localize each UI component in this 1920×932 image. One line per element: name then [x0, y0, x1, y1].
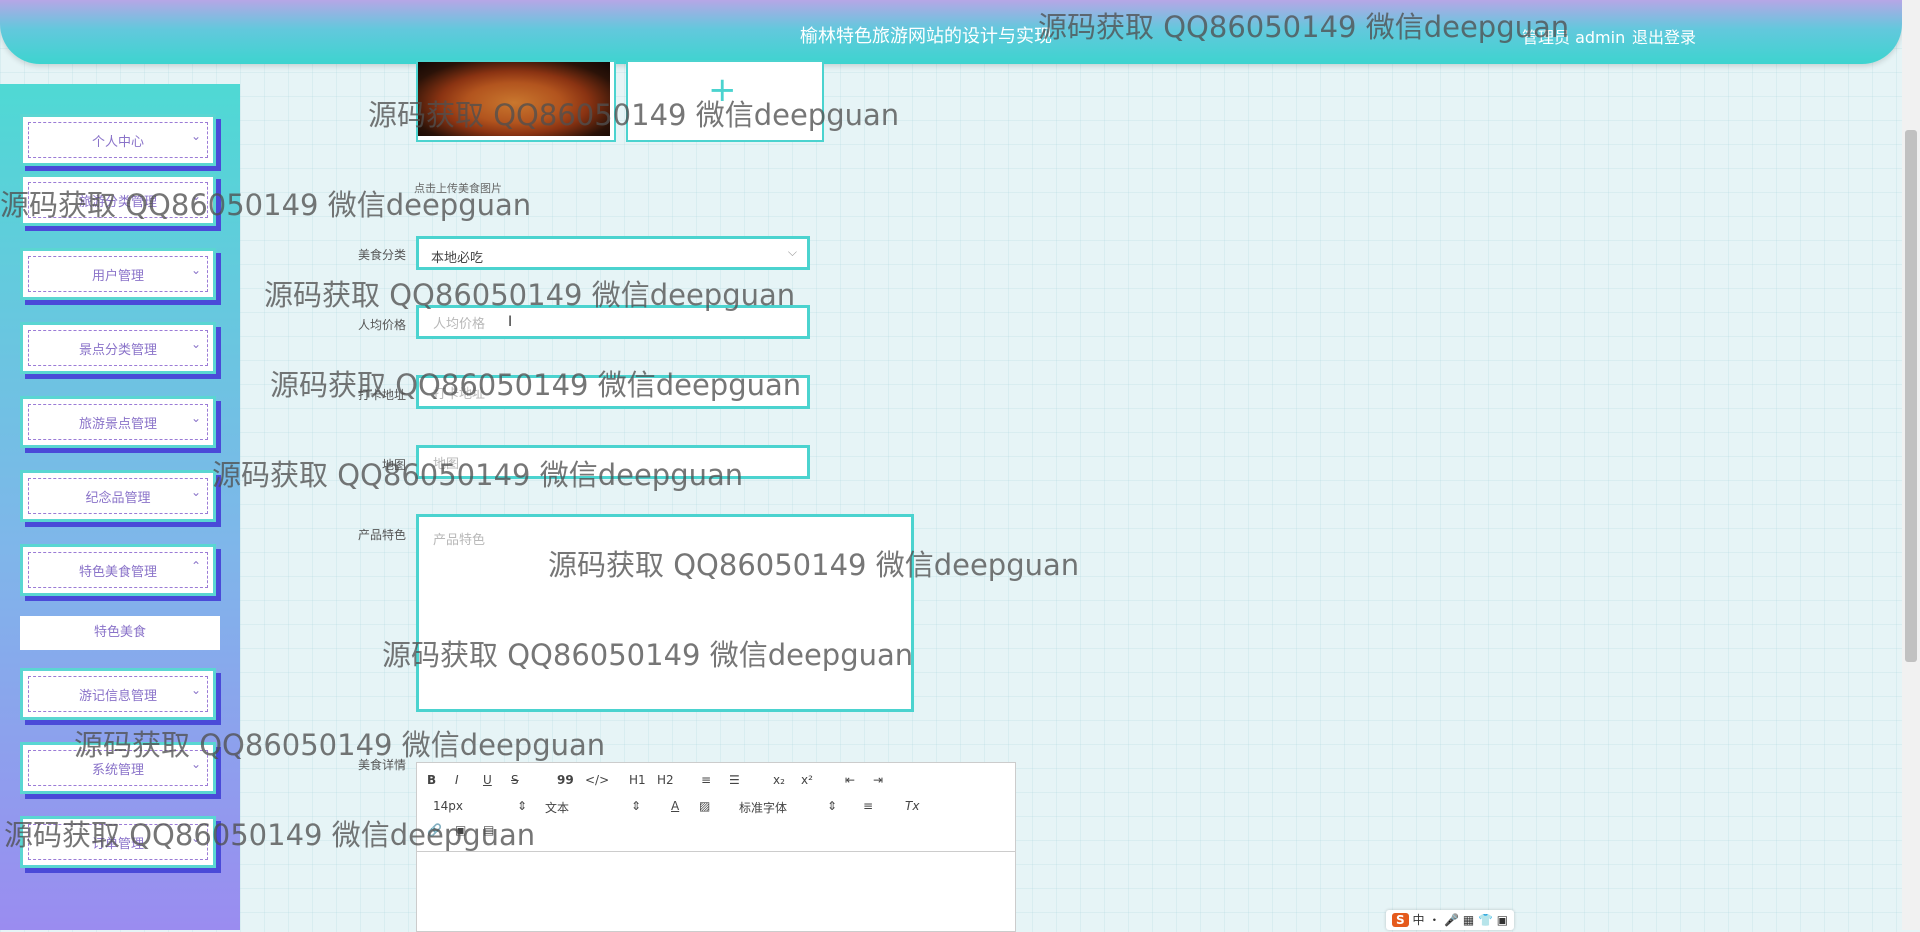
- sidebar-item-souvenir[interactable]: 纪念品管理 ⌄: [20, 470, 216, 522]
- map-field-box: [416, 445, 810, 479]
- superscript-icon[interactable]: x²: [801, 773, 813, 787]
- sidebar-item-label: 特色美食管理: [78, 565, 157, 580]
- price-input[interactable]: [431, 314, 795, 334]
- chevron-down-icon: ⌄: [190, 189, 201, 203]
- chevron-down-icon: ⌄: [190, 683, 201, 697]
- background-color-icon[interactable]: ▨: [699, 799, 710, 813]
- feature-field-box: [416, 514, 914, 712]
- map-label: 地图: [381, 458, 406, 472]
- address-label: 打卡地址: [357, 388, 406, 402]
- indent-icon[interactable]: ⇥: [873, 773, 883, 787]
- food-image: [418, 62, 610, 136]
- chevron-down-icon: ⌄: [190, 831, 201, 845]
- italic-icon[interactable]: I: [455, 773, 459, 787]
- category-value: 本地必吃: [431, 251, 484, 266]
- sogou-logo-icon: S: [1392, 913, 1409, 927]
- ime-toolbar[interactable]: S 中 ・ 🎤 ▦ 👕 ▣: [1386, 910, 1515, 930]
- feature-textarea[interactable]: [431, 527, 905, 701]
- address-field-box: [416, 375, 810, 409]
- page-scrollbar[interactable]: [1902, 0, 1920, 930]
- chevron-up-icon: ⌃: [190, 559, 201, 573]
- sidebar-item-system[interactable]: 系统管理 ⌄: [20, 742, 216, 794]
- subscript-icon[interactable]: x₂: [773, 773, 785, 787]
- sidebar-item-label: 景点分类管理: [78, 343, 157, 358]
- quote-icon[interactable]: 99: [557, 773, 574, 787]
- font-color-icon[interactable]: A: [671, 799, 679, 813]
- sidebar-item-user-management[interactable]: 用户管理 ⌄: [20, 248, 216, 300]
- chevron-updown-icon: ⇕: [631, 799, 642, 813]
- underline-icon[interactable]: U: [483, 773, 492, 787]
- logout-link[interactable]: 退出登录: [1632, 24, 1696, 48]
- link-icon[interactable]: 🔗: [427, 823, 442, 837]
- outdent-icon[interactable]: ⇤: [845, 773, 855, 787]
- ime-mode[interactable]: 中: [1412, 913, 1424, 927]
- map-input[interactable]: [431, 454, 795, 474]
- ime-icons: ・ 🎤 ▦ 👕 ▣: [1428, 913, 1509, 927]
- image-icon[interactable]: ▣: [455, 823, 466, 837]
- font-size-select[interactable]: 14px: [433, 799, 463, 813]
- chevron-down-icon: ⌄: [190, 411, 201, 425]
- sidebar: 个人中心 ⌄ 旅游分类管理 ⌄ 用户管理 ⌄ 景点分类管理 ⌄ 旅游景点管理 ⌄…: [0, 84, 240, 930]
- chevron-down-icon: ⌄: [190, 337, 201, 351]
- sidebar-item-orders[interactable]: 订单管理 ⌄: [20, 816, 216, 868]
- price-field-box: [416, 305, 810, 339]
- chevron-down-icon: ⌄: [190, 263, 201, 277]
- user-info: 管理员 admin: [1522, 28, 1626, 47]
- h2-icon[interactable]: H2: [657, 773, 674, 787]
- text-type-select[interactable]: 文本: [545, 799, 569, 816]
- ordered-list-icon[interactable]: ≡: [701, 773, 711, 787]
- sidebar-item-label: 订单管理: [91, 837, 144, 852]
- category-label: 美食分类: [357, 248, 406, 262]
- clear-format-icon[interactable]: Tx: [905, 799, 919, 813]
- text-cursor-icon: I: [508, 314, 513, 330]
- site-title: 榆林特色旅游网站的设计与实现: [800, 26, 1052, 47]
- sidebar-item-spot-category[interactable]: 景点分类管理 ⌄: [20, 322, 216, 374]
- upload-hint: 点击上传美食图片: [414, 182, 502, 195]
- sidebar-item-label: 纪念品管理: [85, 491, 151, 506]
- feature-label: 产品特色: [357, 528, 406, 542]
- sidebar-item-personal-center[interactable]: 个人中心 ⌄: [20, 114, 216, 166]
- sidebar-subitem-food[interactable]: 特色美食: [20, 616, 220, 650]
- chevron-down-icon: ⌄: [190, 757, 201, 771]
- align-icon[interactable]: ≡: [863, 799, 873, 813]
- bullet-list-icon[interactable]: ☰: [729, 773, 740, 787]
- upload-button[interactable]: +: [626, 60, 824, 142]
- category-select[interactable]: 本地必吃 ⌵: [416, 236, 810, 270]
- detail-label: 美食详情: [357, 758, 406, 772]
- sidebar-item-label: 个人中心: [91, 135, 144, 150]
- sidebar-item-label: 用户管理: [91, 269, 144, 284]
- sidebar-item-label: 旅游景点管理: [78, 417, 157, 432]
- editor-toolbar-row-1: B I U S 99 </> H1 H2 ≡ ☰ x₂ x² ⇤ ⇥: [427, 773, 987, 795]
- sidebar-item-travel-category[interactable]: 旅游分类管理 ⌄: [20, 174, 216, 226]
- strike-icon[interactable]: S: [511, 773, 519, 787]
- price-label: 人均价格: [357, 318, 406, 332]
- h1-icon[interactable]: H1: [629, 773, 646, 787]
- chevron-down-icon: ⌄: [190, 485, 201, 499]
- plus-icon: +: [708, 70, 737, 110]
- editor-toolbar-row-3: 🔗 ▣ ▤: [427, 823, 627, 845]
- sidebar-item-food-management[interactable]: 特色美食管理 ⌃: [20, 544, 216, 596]
- sidebar-item-label: 系统管理: [91, 763, 144, 778]
- address-input[interactable]: [431, 384, 795, 404]
- chevron-down-icon: ⌄: [190, 129, 201, 143]
- scrollbar-thumb[interactable]: [1905, 130, 1917, 662]
- top-header: 榆林特色旅游网站的设计与实现 管理员 admin 退出登录: [0, 0, 1902, 64]
- chevron-updown-icon: ⇕: [827, 799, 838, 813]
- bold-icon[interactable]: B: [427, 773, 436, 787]
- sidebar-item-travelogue[interactable]: 游记信息管理 ⌄: [20, 668, 216, 720]
- video-icon[interactable]: ▤: [483, 823, 494, 837]
- sidebar-item-label: 游记信息管理: [78, 689, 157, 704]
- rich-text-editor: B I U S 99 </> H1 H2 ≡ ☰ x₂ x² ⇤ ⇥ 14px …: [416, 762, 1016, 932]
- sidebar-item-label: 旅游分类管理: [78, 195, 157, 210]
- editor-toolbar-row-2: 14px ⇕ 文本 ⇕ A ▨ 标准字体 ⇕ ≡ Tx: [427, 799, 987, 821]
- font-family-select[interactable]: 标准字体: [739, 799, 787, 816]
- code-icon[interactable]: </>: [585, 773, 609, 787]
- chevron-down-icon: ⌵: [787, 245, 797, 259]
- editor-content-area[interactable]: [417, 851, 1015, 931]
- sidebar-item-scenic-spot[interactable]: 旅游景点管理 ⌄: [20, 396, 216, 448]
- chevron-updown-icon: ⇕: [517, 799, 528, 813]
